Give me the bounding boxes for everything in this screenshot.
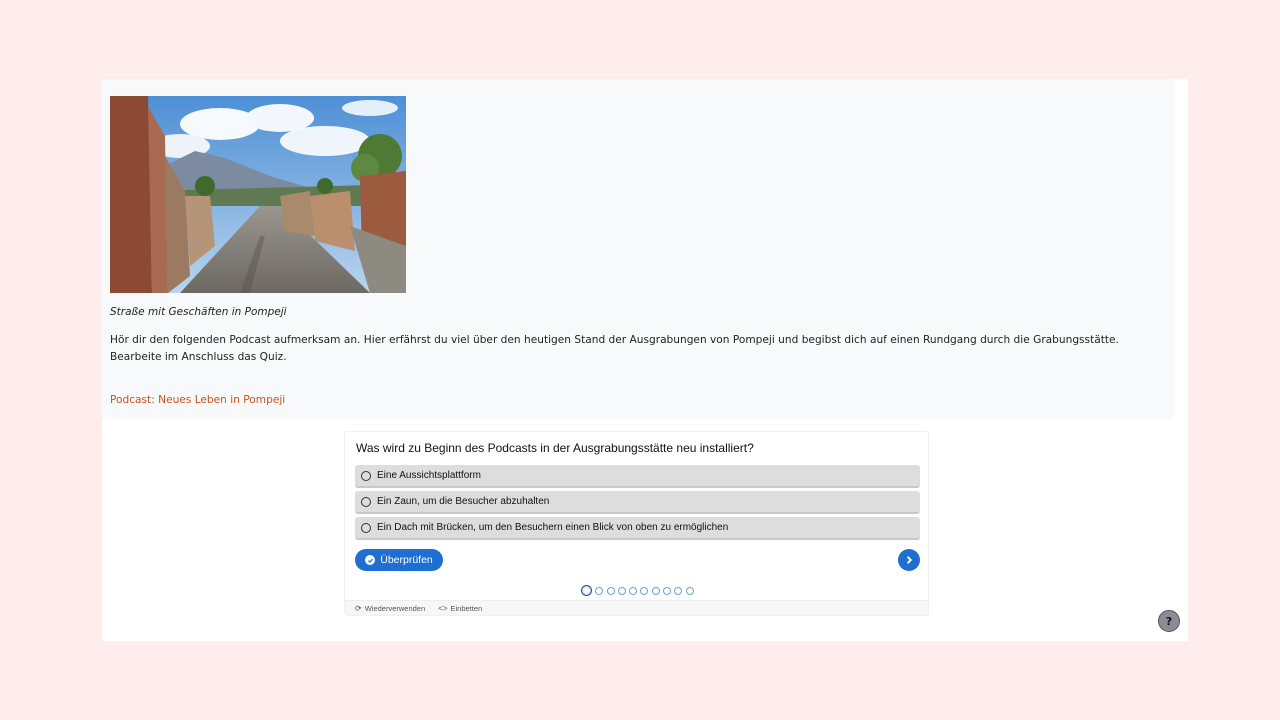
progress-dot[interactable] [629,586,638,595]
progress-dot[interactable] [663,586,672,595]
answer-label: Eine Aussichtsplattform [377,470,481,481]
page-container: Straße mit Geschäften in Pompeji Hör dir… [102,79,1188,641]
progress-dot[interactable] [606,586,615,595]
help-button[interactable]: ? [1158,610,1180,632]
answer-option-2[interactable]: Ein Zaun, um die Besucher abzuhalten [355,491,920,514]
reuse-label: Wiederverwenden [364,603,426,613]
progress-dot[interactable] [581,585,592,596]
check-circle-icon [365,555,376,565]
answer-label: Ein Dach mit Brücken, um den Besuchern e… [377,522,729,533]
answer-list: Eine Aussichtsplattform Ein Zaun, um die… [355,465,920,543]
embed-label: Einbetten [450,603,483,613]
radio-icon[interactable] [361,496,371,507]
answer-label: Ein Zaun, um die Besucher abzuhalten [377,496,550,507]
image-caption: Straße mit Geschäften in Pompeji [110,306,287,318]
progress-dot[interactable] [651,586,660,595]
radio-icon[interactable] [361,522,371,533]
content-box: Straße mit Geschäften in Pompeji Hör dir… [102,79,1174,419]
intro-text: Hör dir den folgenden Podcast aufmerksam… [110,334,1119,363]
check-button[interactable]: Überprüfen [355,549,443,571]
quiz-footer: ⟳ Wiederverwenden <> Einbetten [345,600,928,615]
answer-option-3[interactable]: Ein Dach mit Brücken, um den Besuchern e… [355,517,920,540]
pompeii-street-image [110,96,406,293]
chevron-right-icon [906,556,913,564]
progress-dot[interactable] [674,586,683,595]
code-icon: <> [438,603,448,613]
progress-dot[interactable] [685,586,694,595]
radio-icon[interactable] [361,470,371,481]
quiz-widget: Was wird zu Beginn des Podcasts in der A… [344,431,929,616]
embed-link[interactable]: <> Einbetten [438,604,482,613]
next-button[interactable] [898,549,920,571]
progress-dots [581,585,697,596]
answer-option-1[interactable]: Eine Aussichtsplattform [355,465,920,488]
quiz-question: Was wird zu Beginn des Podcasts in der A… [356,441,754,455]
podcast-link[interactable]: Podcast: Neues Leben in Pompeji [110,394,285,406]
reuse-link[interactable]: ⟳ Wiederverwenden [355,604,425,613]
progress-dot[interactable] [617,586,626,595]
check-button-label: Überprüfen [380,554,433,566]
progress-dot[interactable] [640,586,649,595]
refresh-icon: ⟳ [355,603,362,613]
progress-dot[interactable] [595,586,604,595]
